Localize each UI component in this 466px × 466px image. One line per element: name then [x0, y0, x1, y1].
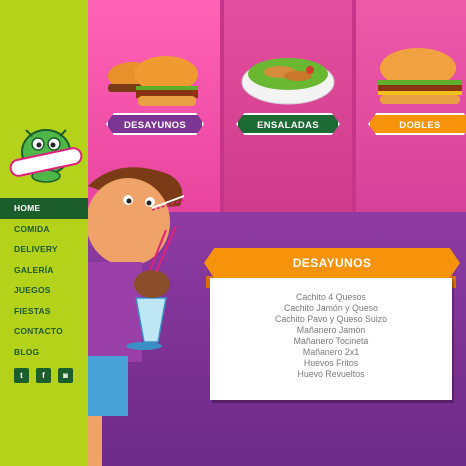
menu-item[interactable]: Huevo Revueltos: [210, 369, 452, 380]
menu-item[interactable]: Cachito 4 Quesos: [210, 292, 452, 303]
nav-item-comida[interactable]: COMIDA: [0, 219, 88, 240]
sidebar: HOME COMIDA DELIVERY GALERÍA JUEGOS FIES…: [0, 0, 88, 466]
category-panel-ensaladas[interactable]: [224, 0, 352, 212]
category-button-desayunos[interactable]: DESAYUNOS: [106, 113, 204, 135]
salad-image: [241, 58, 335, 105]
category-button-dobles[interactable]: DOBLES: [368, 113, 466, 135]
menu-card-title: DESAYUNOS: [204, 248, 460, 278]
menu-item[interactable]: Huevos Fritos: [210, 358, 452, 369]
mascot-illustration: [88, 167, 185, 466]
social-links: t f ◙: [14, 368, 73, 383]
nav-item-delivery[interactable]: DELIVERY: [0, 239, 88, 260]
nav-item-juegos[interactable]: JUEGOS: [0, 280, 88, 301]
menu-item[interactable]: Cachito Pavo y Queso Suizo: [210, 314, 452, 325]
menu-item[interactable]: Cachito Jamón y Queso: [210, 303, 452, 314]
main-nav: HOME COMIDA DELIVERY GALERÍA JUEGOS FIES…: [0, 198, 88, 362]
nav-item-home[interactable]: HOME: [0, 198, 88, 219]
diverzone-logo[interactable]: [8, 118, 84, 190]
menu-item[interactable]: Mañanero Tocineta: [210, 336, 452, 347]
double-burger-image: [378, 48, 462, 104]
nav-item-galeria[interactable]: GALERÍA: [0, 260, 88, 281]
menu-item[interactable]: Mañanero 2x1: [210, 347, 452, 358]
category-panel-dobles[interactable]: [356, 0, 466, 212]
instagram-icon[interactable]: ◙: [58, 368, 73, 383]
nav-item-blog[interactable]: BLOG: [0, 342, 88, 363]
category-button-ensaladas[interactable]: ENSALADAS: [236, 113, 340, 135]
menu-item[interactable]: Mañanero Jamón: [210, 325, 452, 336]
facebook-icon[interactable]: f: [36, 368, 51, 383]
nav-item-contacto[interactable]: CONTACTO: [0, 321, 88, 342]
burger-image: [108, 56, 198, 106]
nav-item-fiestas[interactable]: FIESTAS: [0, 301, 88, 322]
twitter-icon[interactable]: t: [14, 368, 29, 383]
menu-card: Cachito 4 Quesos Cachito Jamón y Queso C…: [210, 278, 452, 400]
